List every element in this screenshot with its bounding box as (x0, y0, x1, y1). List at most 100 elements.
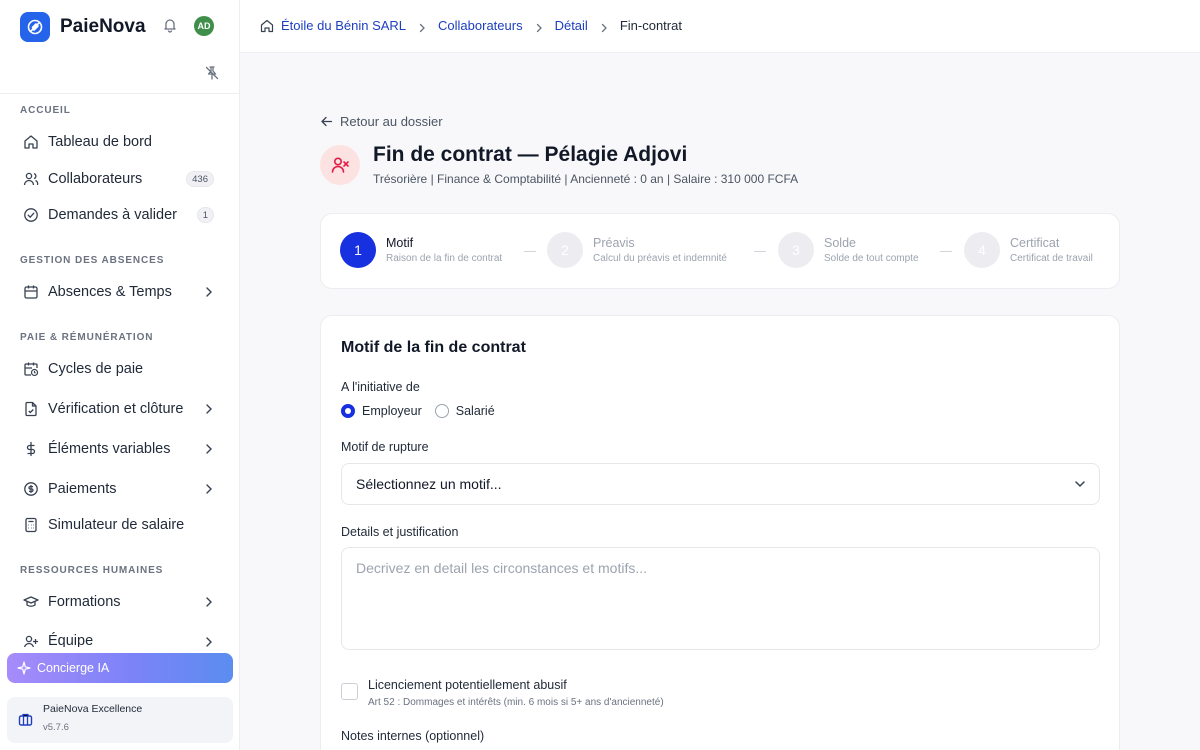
chevron-right-icon (202, 402, 216, 416)
home-icon[interactable] (260, 19, 274, 33)
concierge-ia-button[interactable]: Concierge IA (7, 653, 233, 683)
chevron-right-icon (417, 21, 427, 32)
step-connector (754, 251, 766, 252)
chevron-right-icon (202, 442, 216, 456)
file-check-icon (22, 400, 40, 418)
sidebar-item-absences[interactable]: Absences & Temps (20, 277, 220, 307)
chevron-right-icon (202, 595, 216, 609)
sidebar-item-label: Éléments variables (48, 441, 171, 457)
section-label-absences: GESTION DES ABSENCES (20, 255, 165, 266)
sidebar-item-verification[interactable]: Vérification et clôture (20, 394, 220, 424)
graduation-cap-icon (22, 593, 40, 611)
dollar-icon (22, 440, 40, 458)
plan-card[interactable]: PaieNova Excellence v5.7.6 (7, 697, 233, 743)
avatar[interactable]: AD (194, 16, 214, 36)
calendar-icon (22, 283, 40, 301)
step-number: 3 (778, 232, 814, 268)
details-textarea[interactable]: Decrivez en detail les circonstances et … (341, 547, 1100, 650)
back-link-label: Retour au dossier (340, 114, 443, 129)
brand[interactable]: PaieNova (20, 12, 146, 42)
abusif-checkbox[interactable] (341, 683, 358, 700)
motif-label: Motif de rupture (341, 440, 429, 454)
breadcrumb-current: Fin-contrat (619, 18, 682, 33)
initiative-label: A l'initiative de (341, 380, 420, 394)
radio-salarie[interactable] (434, 404, 449, 418)
abusif-note: Art 52 : Dommages et intérêts (min. 6 mo… (368, 697, 664, 708)
sidebar-item-label: Tableau de bord (48, 134, 152, 150)
sidebar-item-equipe[interactable]: Équipe (20, 627, 220, 647)
sidebar-item-cycles-de-paie[interactable]: Cycles de paie (20, 354, 220, 384)
radio-employeur-label[interactable]: Employeur (362, 404, 422, 418)
step-connector (524, 251, 536, 252)
step-solde[interactable]: 3 Solde Solde de tout compte (778, 232, 919, 268)
users-icon (22, 170, 40, 188)
stepper: 1 Motif Raison de la fin de contrat 2 Pr… (320, 213, 1120, 289)
radio-employeur[interactable] (341, 404, 355, 418)
section-label-accueil: ACCUEIL (20, 105, 71, 116)
section-label-paie: PAIE & RÉMUNÉRATION (20, 332, 154, 343)
arrow-left-icon (320, 115, 333, 128)
sidebar-item-label: Vérification et clôture (48, 401, 184, 417)
details-label: Details et justification (341, 525, 459, 539)
sidebar-item-demandes[interactable]: Demandes à valider 1 (20, 200, 220, 230)
sidebar-item-tableau-de-bord[interactable]: Tableau de bord (20, 127, 220, 157)
abusif-label[interactable]: Licenciement potentiellement abusif (368, 678, 567, 692)
motif-select[interactable]: Sélectionnez un motif... (341, 463, 1100, 505)
step-description: Certificat de travail (1010, 253, 1093, 264)
breadcrumb-item-detail[interactable]: Détail (555, 18, 588, 33)
briefcase-icon (18, 712, 33, 727)
motif-form-card: Motif de la fin de contrat A l'initiativ… (320, 315, 1120, 750)
step-title: Préavis (593, 236, 635, 250)
step-description: Calcul du préavis et indemnité (593, 253, 727, 264)
paienova-logo-icon (20, 12, 50, 42)
calendar-clock-icon (22, 360, 40, 378)
bell-icon[interactable] (162, 17, 180, 35)
step-title: Solde (824, 236, 856, 250)
sidebar-item-label: Cycles de paie (48, 361, 144, 377)
radio-salarie-label[interactable]: Salarié (456, 404, 495, 418)
details-placeholder: Decrivez en detail les circonstances et … (356, 560, 648, 576)
breadcrumb-item-collaborateurs[interactable]: Collaborateurs (438, 18, 523, 33)
sidebar-item-label: Simulateur de salaire (48, 517, 185, 533)
motif-select-value: Sélectionnez un motif... (356, 476, 502, 492)
sidebar-item-label: Absences & Temps (48, 284, 172, 300)
sidebar-item-collaborateurs[interactable]: Collaborateurs 436 (20, 164, 220, 194)
top-bar: Étoile du Bénin SARL Collaborateurs Déta… (240, 0, 1200, 53)
plan-name: PaieNova Excellence (43, 703, 143, 715)
sidebar-item-elements-variables[interactable]: Éléments variables (20, 434, 220, 464)
section-label-rh: RESSOURCES HUMAINES (20, 565, 164, 576)
sidebar-item-label: Formations (48, 594, 121, 610)
form-title: Motif de la fin de contrat (341, 339, 526, 356)
step-number: 1 (340, 232, 376, 268)
step-motif[interactable]: 1 Motif Raison de la fin de contrat (340, 232, 502, 268)
user-x-icon (320, 145, 360, 185)
back-link[interactable]: Retour au dossier (320, 114, 443, 129)
notes-label: Notes internes (optionnel) (341, 729, 485, 743)
home-icon (22, 133, 40, 151)
sidebar-item-simulateur[interactable]: Simulateur de salaire (20, 510, 220, 540)
step-title: Motif (386, 236, 414, 250)
step-certificat[interactable]: 4 Certificat Certificat de travail (964, 232, 1093, 268)
breadcrumb-item-company[interactable]: Étoile du Bénin SARL (281, 18, 406, 33)
calculator-icon (22, 516, 40, 534)
sidebar-item-formations[interactable]: Formations (20, 587, 220, 617)
check-circle-icon (22, 206, 40, 224)
chevron-down-icon (1073, 477, 1087, 491)
sidebar-item-label: Paiements (48, 481, 117, 497)
chevron-right-icon (534, 21, 544, 32)
coin-icon (22, 480, 40, 498)
step-description: Raison de la fin de contrat (386, 253, 503, 264)
step-number: 2 (547, 232, 583, 268)
count-badge: 1 (196, 207, 214, 223)
step-preavis[interactable]: 2 Préavis Calcul du préavis et indemnité (547, 232, 727, 268)
step-description: Solde de tout compte (824, 253, 919, 264)
page-title: Fin de contrat — Pélagie Adjovi (373, 143, 688, 166)
sidebar: PaieNova AD ACCUEIL Tableau de bord Coll… (0, 0, 240, 750)
sidebar-item-label: Demandes à valider (48, 207, 177, 223)
sidebar-item-paiements[interactable]: Paiements (20, 474, 220, 504)
step-connector (940, 251, 952, 252)
sidebar-item-label: Équipe (48, 633, 94, 647)
page-subtitle: Trésorière | Finance & Comptabilité | An… (373, 172, 799, 186)
pin-off-icon[interactable] (204, 65, 220, 81)
user-plus-icon (22, 633, 40, 647)
